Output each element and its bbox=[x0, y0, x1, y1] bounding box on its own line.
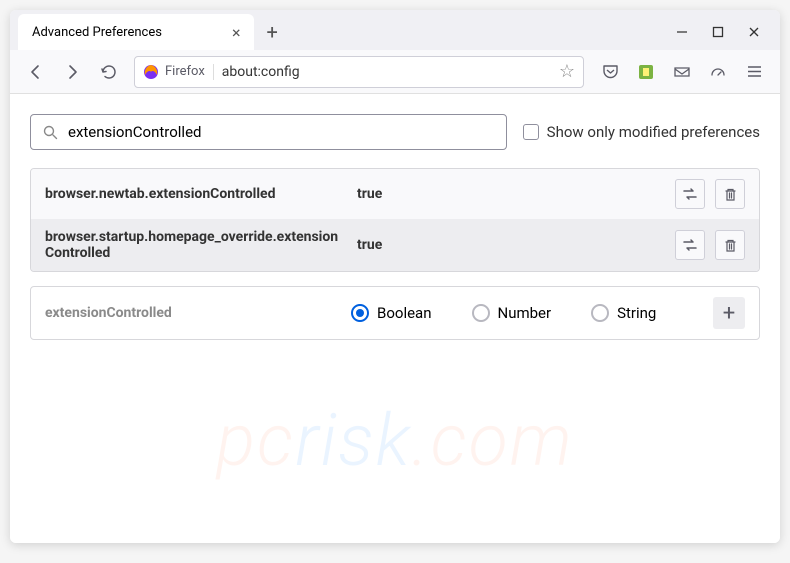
toggle-button[interactable] bbox=[675, 179, 705, 209]
preference-name: browser.startup.homepage_override.extens… bbox=[45, 229, 345, 261]
radio-boolean[interactable]: Boolean bbox=[351, 304, 432, 322]
toggle-button[interactable] bbox=[675, 230, 705, 260]
watermark: pcrisk.com bbox=[216, 398, 573, 483]
bookmark-star-icon[interactable]: ☆ bbox=[559, 61, 575, 82]
modified-only-checkbox[interactable]: Show only modified preferences bbox=[523, 123, 760, 141]
browser-window: Advanced Preferences × + bbox=[10, 10, 780, 543]
close-tab-icon[interactable]: × bbox=[232, 23, 241, 42]
preference-actions bbox=[675, 230, 745, 260]
checkbox-icon bbox=[523, 124, 539, 140]
preferences-table: browser.newtab.extensionControlled true … bbox=[30, 168, 760, 272]
brand-label: Firefox bbox=[165, 64, 205, 79]
type-radio-group: Boolean Number String bbox=[351, 304, 697, 322]
new-preference-name: extensionControlled bbox=[45, 305, 335, 321]
url-bar[interactable]: Firefox about:config ☆ bbox=[134, 56, 584, 88]
back-button[interactable] bbox=[20, 56, 52, 88]
delete-button[interactable] bbox=[715, 179, 745, 209]
maximize-button[interactable] bbox=[712, 26, 724, 38]
pocket-icon[interactable] bbox=[594, 56, 626, 88]
search-input[interactable] bbox=[68, 123, 494, 141]
hamburger-menu-icon[interactable] bbox=[738, 56, 770, 88]
search-box[interactable] bbox=[30, 114, 507, 150]
add-preference-button[interactable]: + bbox=[713, 297, 745, 329]
preference-value: true bbox=[357, 186, 663, 202]
preference-row: browser.startup.homepage_override.extens… bbox=[31, 219, 759, 271]
radio-label: Boolean bbox=[377, 304, 432, 322]
content-area: Show only modified preferences browser.n… bbox=[10, 94, 780, 543]
identity-box[interactable]: Firefox bbox=[143, 64, 214, 80]
radio-icon bbox=[472, 304, 490, 322]
toolbar-extensions bbox=[594, 56, 770, 88]
nav-toolbar: Firefox about:config ☆ bbox=[10, 50, 780, 94]
firefox-icon bbox=[143, 64, 159, 80]
url-text: about:config bbox=[222, 64, 551, 80]
preference-name: browser.newtab.extensionControlled bbox=[45, 186, 345, 202]
radio-string[interactable]: String bbox=[591, 304, 656, 322]
preference-value: true bbox=[357, 237, 663, 253]
close-window-button[interactable] bbox=[748, 26, 760, 38]
dashboard-icon[interactable] bbox=[702, 56, 734, 88]
search-row: Show only modified preferences bbox=[30, 114, 760, 150]
forward-button[interactable] bbox=[56, 56, 88, 88]
radio-label: String bbox=[617, 304, 656, 322]
browser-tab[interactable]: Advanced Preferences × bbox=[18, 14, 254, 50]
minimize-button[interactable] bbox=[676, 26, 688, 38]
preference-row: browser.newtab.extensionControlled true bbox=[31, 169, 759, 219]
radio-label: Number bbox=[498, 304, 552, 322]
window-controls bbox=[676, 26, 772, 38]
radio-icon bbox=[591, 304, 609, 322]
extension-icon[interactable] bbox=[630, 56, 662, 88]
tab-title: Advanced Preferences bbox=[32, 25, 162, 40]
delete-button[interactable] bbox=[715, 230, 745, 260]
titlebar: Advanced Preferences × + bbox=[10, 10, 780, 50]
radio-number[interactable]: Number bbox=[472, 304, 552, 322]
new-tab-button[interactable]: + bbox=[266, 20, 277, 44]
reload-button[interactable] bbox=[92, 56, 124, 88]
checkbox-label: Show only modified preferences bbox=[547, 123, 760, 141]
radio-icon bbox=[351, 304, 369, 322]
mail-icon[interactable] bbox=[666, 56, 698, 88]
search-icon bbox=[43, 125, 58, 140]
new-preference-row: extensionControlled Boolean Number Strin… bbox=[30, 286, 760, 340]
preference-actions bbox=[675, 179, 745, 209]
